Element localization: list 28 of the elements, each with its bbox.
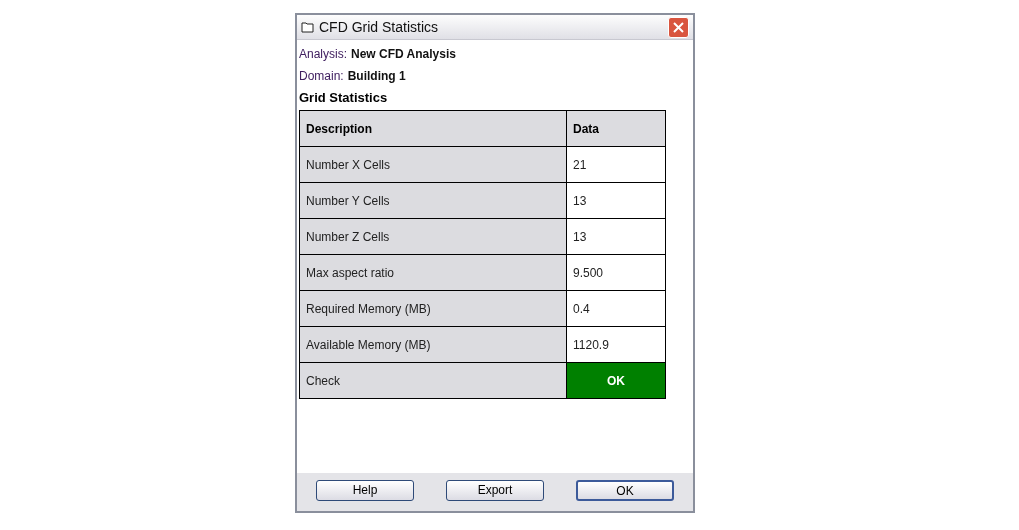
description-cell: Number Z Cells — [299, 218, 567, 255]
dialog-button[interactable]: Export — [446, 479, 544, 501]
folder-icon — [301, 21, 315, 33]
analysis-value: New CFD Analysis — [351, 46, 456, 63]
close-button[interactable] — [668, 16, 689, 38]
close-icon — [673, 21, 684, 33]
data-cell: 9.500 — [566, 254, 666, 291]
status-cell: OK — [566, 362, 666, 399]
description-cell: Max aspect ratio — [299, 254, 567, 291]
dialog-button[interactable]: Help — [316, 479, 414, 501]
dialog-button[interactable]: OK — [576, 479, 674, 501]
description-cell: Check — [299, 362, 567, 399]
column-header: Data — [566, 110, 666, 147]
description-cell: Available Memory (MB) — [299, 326, 567, 363]
description-cell: Required Memory (MB) — [299, 290, 567, 327]
domain-value: Building 1 — [347, 68, 406, 85]
data-cell: 1120.9 — [566, 326, 666, 363]
section-title: Grid Statistics — [299, 89, 388, 108]
data-cell: 13 — [566, 182, 666, 219]
data-cell: 13 — [566, 218, 666, 255]
column-header: Description — [299, 110, 567, 147]
description-cell: Number X Cells — [299, 146, 567, 183]
description-cell: Number Y Cells — [299, 182, 567, 219]
data-cell: 0.4 — [566, 290, 666, 327]
window-title: CFD Grid Statistics — [319, 17, 439, 37]
data-cell: 21 — [566, 146, 666, 183]
domain-label: Domain: — [299, 68, 344, 85]
analysis-label: Analysis: — [299, 46, 348, 63]
